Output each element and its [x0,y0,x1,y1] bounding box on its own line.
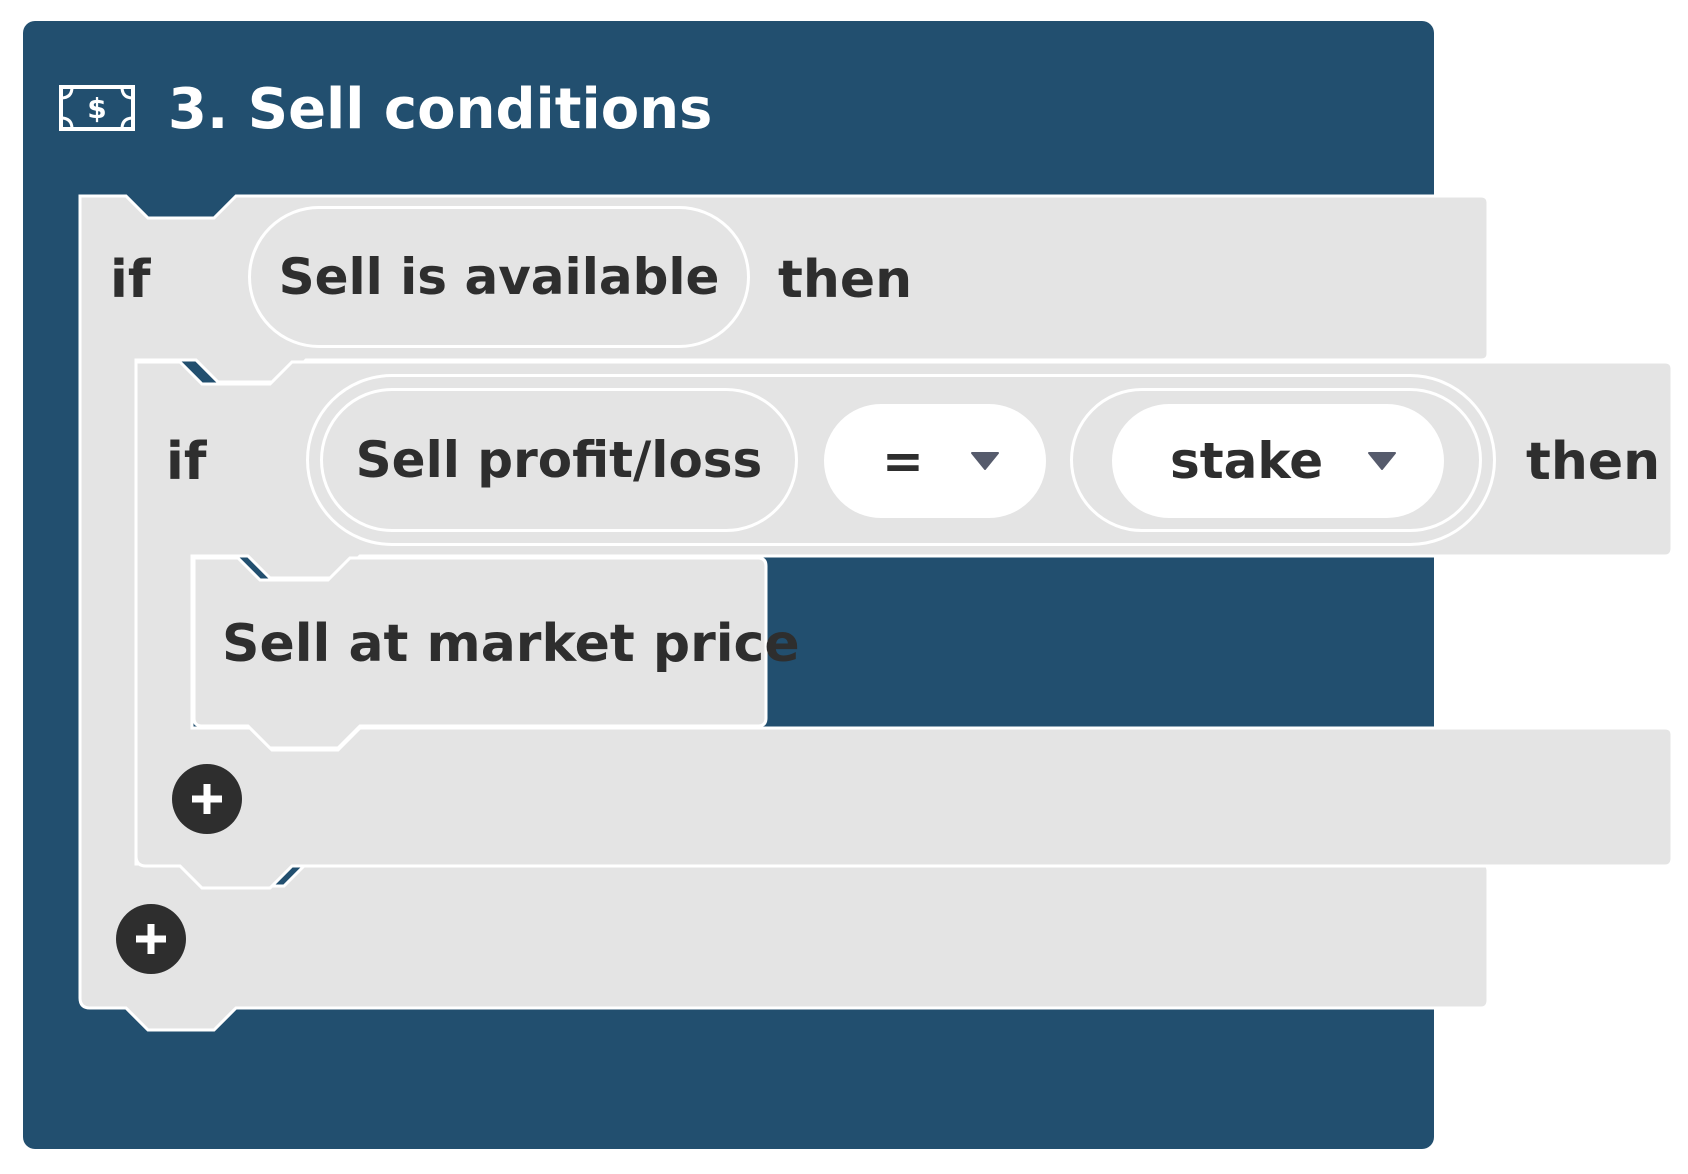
sell-profit-loss-block[interactable]: Sell profit/loss [320,388,798,532]
add-else-button-inner[interactable] [172,764,242,834]
stake-dropdown[interactable]: stake [1112,404,1444,518]
plus-icon [136,924,166,954]
stake-value: stake [1170,432,1324,490]
add-else-button-outer[interactable] [116,904,186,974]
outer-if-keyword: if [110,250,151,310]
operator-value: = [882,432,924,490]
plus-icon [192,784,222,814]
chevron-down-icon [970,452,999,470]
sell-at-market-price-block[interactable]: Sell at market price [222,614,800,674]
chevron-down-icon [1368,452,1397,470]
inner-then-keyword: then [1526,432,1661,492]
blocks-canvas [78,194,1674,1032]
operator-dropdown[interactable]: = [824,404,1046,518]
outer-then-keyword: then [778,250,913,310]
sell-is-available-block[interactable]: Sell is available [248,206,750,348]
inner-if-keyword: if [166,432,207,492]
